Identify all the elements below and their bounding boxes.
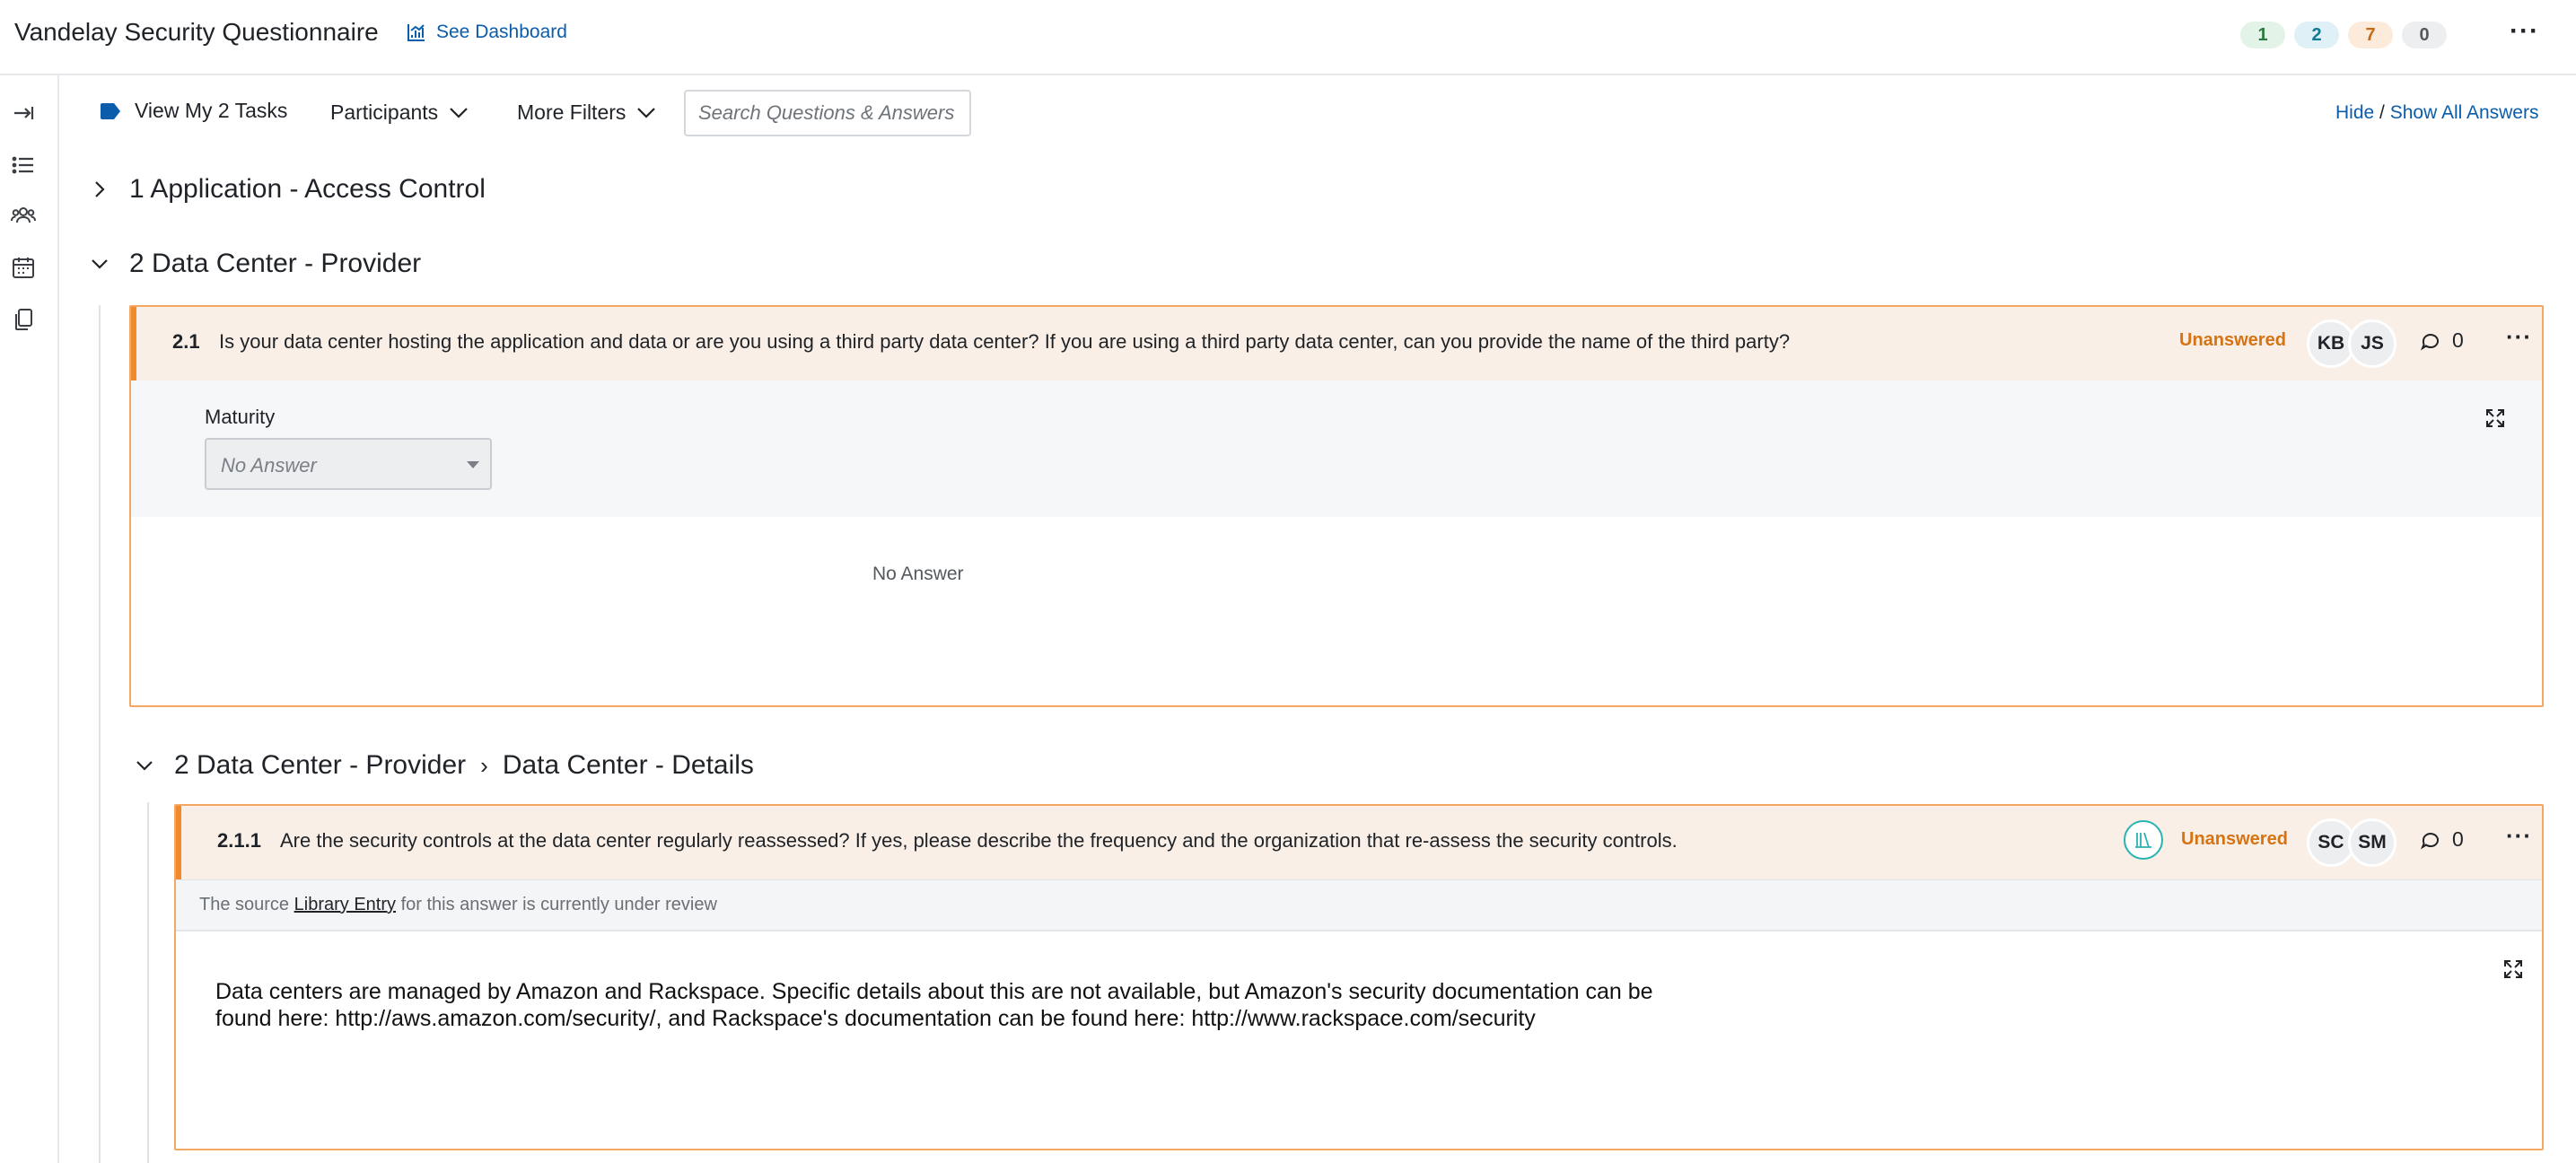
section-title: 2 Data Center - Provider: [129, 249, 422, 278]
maturity-panel: Maturity No Answer: [131, 380, 2542, 517]
caret-down-icon: [467, 461, 479, 468]
chevron-down-icon[interactable]: [135, 756, 154, 775]
subsection-title: Data Center - Details: [502, 750, 754, 780]
review-notice-text: The source Library Entry for this answer…: [199, 895, 717, 915]
collapse-arrow-icon[interactable]: [11, 101, 36, 126]
avatar[interactable]: SM: [2348, 818, 2396, 867]
copy-icon[interactable]: [11, 307, 36, 332]
status-badge-unanswered[interactable]: 7: [2348, 22, 2393, 48]
status-badge-complete[interactable]: 1: [2240, 22, 2285, 48]
review-prefix: The source: [199, 895, 290, 914]
question-text: Is your data center hosting the applicat…: [219, 330, 1791, 353]
hide-answers-link[interactable]: Hide: [2335, 102, 2374, 123]
chevron-right-icon[interactable]: [90, 179, 110, 199]
question-card-2-1: 2.1 Is your data center hosting the appl…: [129, 305, 2544, 707]
subsection-parent: 2 Data Center - Provider: [174, 750, 467, 780]
show-all-answers-link[interactable]: Show All Answers: [2390, 102, 2539, 123]
answer-line: found here: http://aws.amazon.com/securi…: [215, 1006, 1536, 1031]
left-rail: [0, 75, 59, 1163]
participants-label: Participants: [330, 101, 439, 124]
subsection-row[interactable]: 2 Data Center - Provider › Data Center -…: [135, 750, 754, 781]
question-menu-icon[interactable]: ···: [2506, 323, 2532, 351]
question-text: Are the security controls at the data ce…: [280, 829, 1678, 852]
library-entry-link[interactable]: Library Entry: [294, 895, 396, 914]
search-input[interactable]: [684, 90, 971, 136]
more-filters-dropdown[interactable]: More Filters: [517, 101, 656, 125]
question-header[interactable]: 2.1 Is your data center hosting the appl…: [131, 307, 2542, 380]
status-label: Unanswered: [2179, 330, 2286, 350]
comment-count: 0: [2452, 328, 2464, 352]
comments-button[interactable]: 0: [2420, 328, 2464, 353]
maturity-select-value: No Answer: [221, 454, 317, 477]
view-my-tasks-label: View My 2 Tasks: [135, 99, 288, 122]
question-number: 2.1.1: [217, 829, 261, 852]
maturity-label: Maturity: [205, 406, 276, 428]
expand-icon[interactable]: [2502, 958, 2524, 980]
comment-count: 0: [2452, 827, 2464, 851]
page-title: Vandelay Security Questionnaire: [14, 18, 379, 46]
answer-empty-text: No Answer: [872, 564, 964, 584]
more-filters-label: More Filters: [517, 101, 626, 124]
chart-icon: [407, 24, 425, 41]
assignee-avatars: KB JS: [2307, 319, 2396, 368]
toggle-separator: /: [2379, 102, 2385, 123]
participants-dropdown[interactable]: Participants: [330, 101, 469, 125]
calendar-icon[interactable]: [11, 255, 36, 280]
review-notice: The source Library Entry for this answer…: [176, 879, 2542, 931]
expand-icon[interactable]: [2484, 407, 2506, 429]
chevron-down-icon: [637, 107, 656, 118]
status-badge-review[interactable]: 2: [2294, 22, 2339, 48]
comment-icon: [2420, 832, 2439, 849]
status-counters: 1 2 7 0: [2240, 22, 2447, 48]
chevron-down-icon[interactable]: [90, 254, 110, 274]
participants-icon[interactable]: [11, 203, 36, 228]
assignee-avatars: SC SM: [2307, 818, 2396, 867]
ellipsis-icon[interactable]: ···: [2510, 18, 2539, 45]
section-guide-line: [99, 305, 101, 1163]
review-suffix: for this answer is currently under revie…: [400, 895, 717, 914]
maturity-select[interactable]: No Answer: [205, 438, 492, 490]
section-row-1[interactable]: 1 Application - Access Control: [90, 174, 486, 205]
section-row-2[interactable]: 2 Data Center - Provider: [90, 249, 421, 279]
comment-icon: [2420, 333, 2439, 350]
see-dashboard-link[interactable]: See Dashboard: [406, 22, 567, 43]
subsection-guide-line: [147, 802, 149, 1163]
top-bar: Vandelay Security Questionnaire See Dash…: [0, 0, 2576, 75]
status-badge-other[interactable]: 0: [2402, 22, 2447, 48]
chevron-down-icon: [450, 107, 468, 118]
status-label: Unanswered: [2181, 829, 2288, 849]
list-icon[interactable]: [11, 153, 36, 178]
answers-visibility-toggle: Hide / Show All Answers: [2335, 102, 2538, 124]
view-my-tasks-button[interactable]: View My 2 Tasks: [99, 99, 287, 123]
question-menu-icon[interactable]: ···: [2506, 822, 2532, 850]
see-dashboard-label: See Dashboard: [436, 22, 567, 42]
comments-button[interactable]: 0: [2420, 827, 2464, 852]
answer-line: Data centers are managed by Amazon and R…: [215, 979, 1653, 1004]
question-card-2-1-1: 2.1.1 Are the security controls at the d…: [174, 804, 2544, 1150]
section-title: 1 Application - Access Control: [129, 174, 486, 204]
breadcrumb-separator: ›: [480, 751, 488, 779]
answer-text[interactable]: Data centers are managed by Amazon and R…: [215, 978, 1723, 1032]
avatar[interactable]: JS: [2348, 319, 2396, 368]
question-number: 2.1: [172, 330, 200, 353]
question-header[interactable]: 2.1.1 Are the security controls at the d…: [176, 806, 2542, 879]
tag-icon: [101, 102, 120, 119]
library-icon[interactable]: [2124, 820, 2163, 860]
